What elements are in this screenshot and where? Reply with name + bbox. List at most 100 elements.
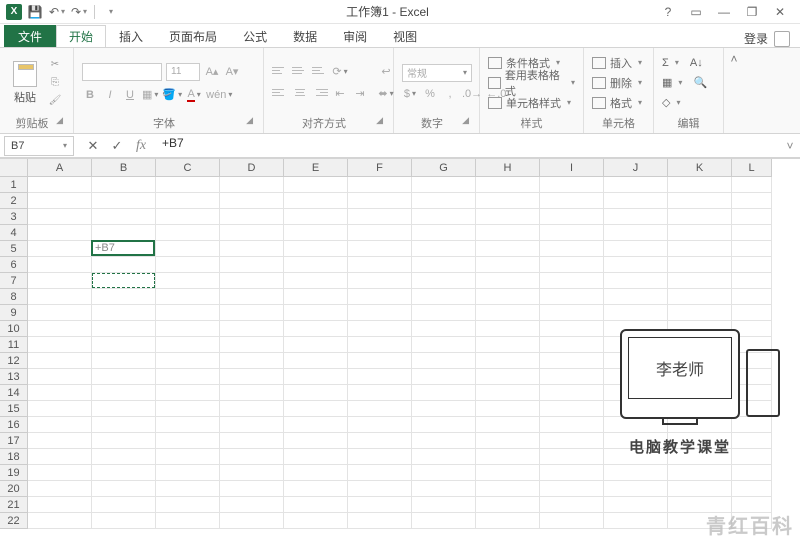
cell[interactable]	[28, 225, 92, 241]
cell[interactable]	[220, 401, 284, 417]
cell[interactable]	[28, 209, 92, 225]
cell[interactable]	[476, 417, 540, 433]
column-header[interactable]: J	[604, 159, 668, 177]
cell[interactable]	[92, 401, 156, 417]
cell[interactable]	[732, 225, 772, 241]
cell[interactable]	[220, 369, 284, 385]
cell[interactable]	[28, 177, 92, 193]
cell[interactable]	[156, 513, 220, 529]
row-header[interactable]: 6	[0, 257, 28, 273]
row-header[interactable]: 16	[0, 417, 28, 433]
cell[interactable]	[28, 385, 92, 401]
comma-icon[interactable]: ,	[442, 86, 458, 102]
align-left-icon[interactable]	[272, 86, 288, 100]
cell[interactable]	[348, 177, 412, 193]
expand-formula-bar-icon[interactable]: ˅	[780, 139, 800, 153]
row-header[interactable]: 11	[0, 337, 28, 353]
cell[interactable]	[284, 449, 348, 465]
cell[interactable]	[604, 193, 668, 209]
cell[interactable]	[28, 193, 92, 209]
cell[interactable]	[476, 497, 540, 513]
cell[interactable]	[604, 273, 668, 289]
cell[interactable]	[732, 305, 772, 321]
cell[interactable]	[540, 513, 604, 529]
font-name-combo[interactable]	[82, 63, 162, 81]
cell[interactable]	[28, 321, 92, 337]
row-header[interactable]: 14	[0, 385, 28, 401]
cell[interactable]	[348, 513, 412, 529]
cancel-formula-icon[interactable]: ✕	[84, 137, 102, 155]
cell[interactable]	[28, 241, 92, 257]
cell[interactable]	[284, 273, 348, 289]
cell[interactable]	[220, 449, 284, 465]
cell[interactable]	[476, 401, 540, 417]
cell[interactable]	[412, 385, 476, 401]
cell[interactable]	[348, 497, 412, 513]
cell[interactable]	[156, 449, 220, 465]
cell[interactable]	[476, 513, 540, 529]
cell[interactable]	[220, 385, 284, 401]
cell[interactable]	[156, 369, 220, 385]
row-header[interactable]: 20	[0, 481, 28, 497]
cell[interactable]	[540, 193, 604, 209]
cell[interactable]	[348, 385, 412, 401]
cell[interactable]	[284, 481, 348, 497]
cell[interactable]	[604, 209, 668, 225]
underline-button[interactable]: U	[122, 87, 138, 103]
cell[interactable]	[284, 465, 348, 481]
cell[interactable]	[92, 321, 156, 337]
cell[interactable]	[412, 193, 476, 209]
column-header[interactable]: I	[540, 159, 604, 177]
row-header[interactable]: 1	[0, 177, 28, 193]
cell[interactable]	[28, 465, 92, 481]
cell[interactable]	[476, 257, 540, 273]
cell[interactable]	[348, 241, 412, 257]
cell[interactable]	[156, 385, 220, 401]
name-box[interactable]: B7▾	[4, 136, 74, 156]
format-painter-icon[interactable]: 🖌	[46, 93, 64, 109]
cell[interactable]	[604, 289, 668, 305]
cell[interactable]	[412, 177, 476, 193]
cell[interactable]	[412, 209, 476, 225]
cell[interactable]	[28, 369, 92, 385]
decrease-font-icon[interactable]: A▾	[224, 64, 240, 80]
cell[interactable]	[348, 193, 412, 209]
cell[interactable]	[284, 321, 348, 337]
cell[interactable]	[476, 433, 540, 449]
cell[interactable]	[220, 209, 284, 225]
cell[interactable]	[668, 305, 732, 321]
close-icon[interactable]: ✕	[768, 2, 792, 22]
cell[interactable]	[156, 433, 220, 449]
tab-insert[interactable]: 插入	[106, 25, 156, 47]
orientation-icon[interactable]: ⟳▾	[332, 64, 348, 80]
enter-formula-icon[interactable]: ✓	[108, 137, 126, 155]
select-all-corner[interactable]	[0, 159, 28, 177]
tab-page-layout[interactable]: 页面布局	[156, 25, 230, 47]
tab-data[interactable]: 数据	[280, 25, 330, 47]
cell[interactable]	[476, 225, 540, 241]
cell[interactable]	[284, 401, 348, 417]
cell[interactable]	[412, 289, 476, 305]
restore-icon[interactable]: ❐	[740, 2, 764, 22]
column-header[interactable]: K	[668, 159, 732, 177]
row-header[interactable]: 17	[0, 433, 28, 449]
row-header[interactable]: 13	[0, 369, 28, 385]
cell[interactable]	[348, 209, 412, 225]
cell[interactable]	[540, 241, 604, 257]
font-color-icon[interactable]: A▾	[186, 87, 202, 103]
cell[interactable]	[156, 353, 220, 369]
cell[interactable]	[220, 353, 284, 369]
row-headers[interactable]: 12345678910111213141516171819202122	[0, 177, 28, 529]
cell[interactable]	[28, 305, 92, 321]
cell[interactable]	[220, 337, 284, 353]
cell-styles-button[interactable]: 单元格样式▾	[488, 94, 575, 112]
cell[interactable]	[92, 193, 156, 209]
cell[interactable]	[92, 497, 156, 513]
column-header[interactable]: C	[156, 159, 220, 177]
cell[interactable]	[732, 273, 772, 289]
cell[interactable]	[604, 481, 668, 497]
cell[interactable]	[604, 225, 668, 241]
insert-cells-button[interactable]: 插入▾	[592, 54, 642, 72]
cell[interactable]	[284, 209, 348, 225]
cell[interactable]	[476, 273, 540, 289]
